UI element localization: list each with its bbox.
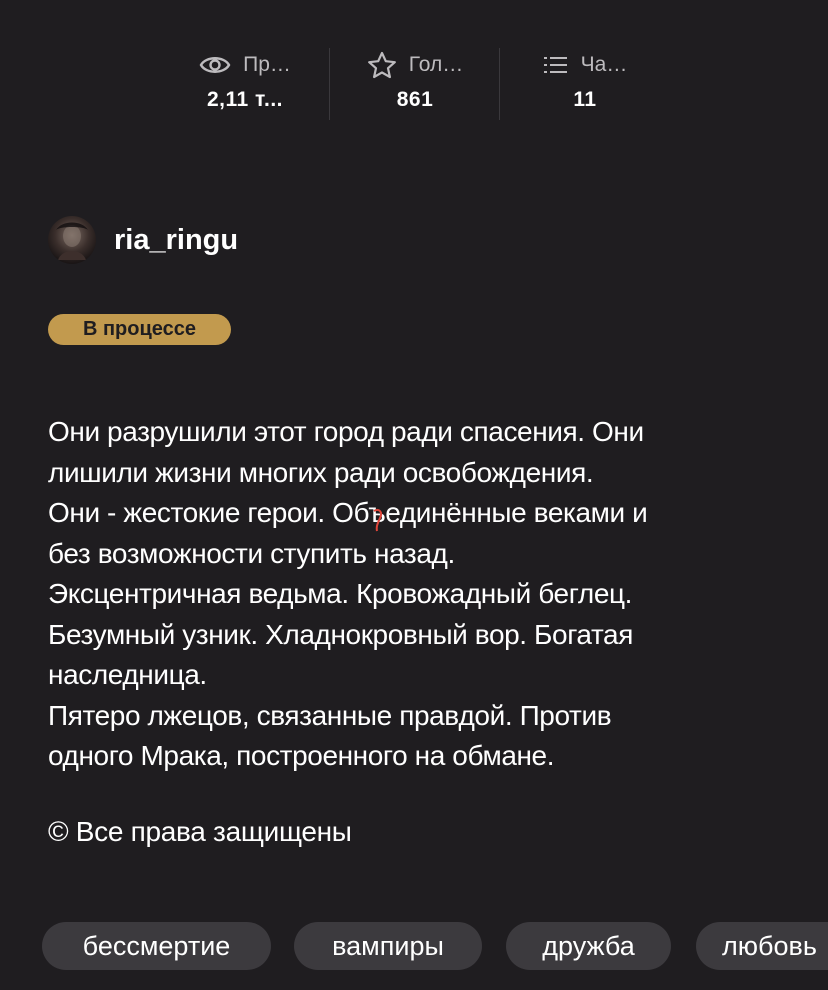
stat-reads[interactable]: Пр… 2,11 т...: [160, 48, 330, 120]
description-line: наследница.: [48, 659, 207, 690]
description-line: одного Мрака, построенного на обмане.: [48, 740, 555, 771]
stat-votes[interactable]: Гол… 861: [330, 48, 500, 120]
description-line: Безумный узник. Хладнокровный вор. Богат…: [48, 618, 633, 650]
description-line: без возможности ступить назад.: [48, 537, 455, 569]
description-line: Они - жестокие герои. Объединённые векам…: [48, 497, 648, 528]
story-description: Они разрушили этот город ради спасения. …: [48, 412, 808, 777]
stat-votes-value: 861: [396, 88, 434, 111]
tag-chip[interactable]: любовь: [696, 922, 828, 970]
tag-chip[interactable]: бессмертие: [42, 922, 271, 970]
status-badge: В процессе: [48, 314, 231, 345]
list-icon: [543, 54, 581, 76]
description-line: Они разрушили этот город ради спасения. …: [48, 416, 644, 447]
stats-row: Пр… 2,11 т... Гол… 861 Ча… 11: [160, 48, 670, 120]
avatar[interactable]: [48, 216, 96, 264]
stat-parts-value: 11: [573, 88, 597, 111]
stat-parts-label: Ча…: [580, 53, 628, 76]
story-page: Пр… 2,11 т... Гол… 861 Ча… 11 ria_ringu …: [0, 0, 828, 990]
star-icon: [367, 51, 409, 79]
tag-chip[interactable]: дружба: [506, 922, 671, 970]
stat-reads-value: 2,11 т...: [207, 88, 283, 111]
description-line: лишили жизни многих ради освобождения.: [48, 456, 594, 488]
eye-icon: [199, 53, 243, 77]
stat-reads-label: Пр…: [243, 53, 291, 76]
text-cursor-mark: [370, 504, 388, 539]
stat-parts[interactable]: Ча… 11: [500, 48, 670, 120]
description-line: Пятеро лжецов, связанные правдой. Против: [48, 699, 612, 731]
copyright-text: © Все права защищены: [48, 816, 352, 847]
tag-chip[interactable]: вампиры: [294, 922, 482, 970]
author-link[interactable]: ria_ringu: [48, 216, 238, 264]
author-name[interactable]: ria_ringu: [114, 224, 238, 257]
stat-votes-label: Гол…: [408, 53, 464, 76]
description-line: Эксцентричная ведьма. Кровожадный беглец…: [48, 578, 633, 609]
